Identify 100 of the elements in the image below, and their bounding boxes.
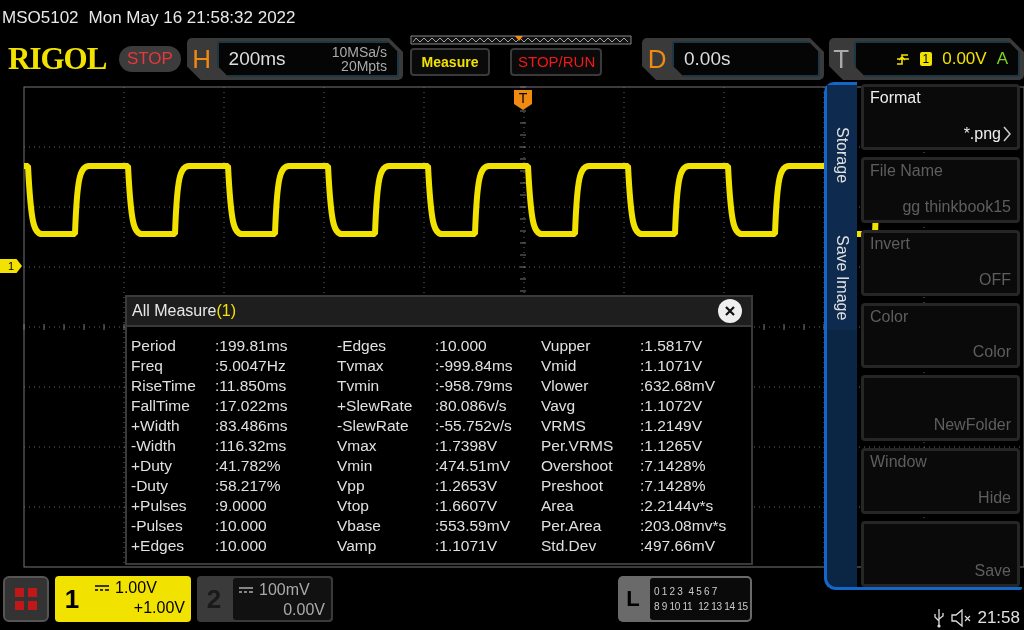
measure-name: Tvmax [337, 357, 385, 375]
channel-marker[interactable]: 1 [0, 259, 22, 273]
measure-button[interactable]: Measure [410, 47, 490, 76]
grid-icon [14, 587, 38, 611]
measure-value: :2.2144v*s [640, 497, 715, 515]
measure-value: :1.1071V [640, 357, 704, 375]
measure-value: :80.086v/s [435, 397, 508, 415]
menu-item-value: Hide [978, 489, 1011, 508]
delay-value: 0.00s [684, 48, 731, 70]
measure-name: Per.Area [541, 517, 603, 535]
measure-name: -Duty [131, 477, 170, 495]
menu-item-value: gg thinkbook15 [902, 197, 1011, 216]
run-state-badge: STOP [119, 46, 181, 72]
channel-offset: 0.00V [283, 600, 325, 620]
trigger-source: 1 [919, 52, 933, 66]
measure-name: Preshoot [541, 477, 605, 495]
measure-value: :1.1072V [640, 397, 704, 415]
delay-panel[interactable]: D 0.00s [642, 38, 824, 80]
measure-title: All Measure(1) [132, 302, 237, 320]
trigger-edge-icon [895, 52, 910, 66]
measure-value: :1.6607V [435, 497, 499, 515]
measure-name: +Edges [131, 537, 185, 555]
measure-value: :1.7398V [435, 437, 499, 455]
measure-name: +SlewRate [337, 397, 414, 415]
date-time: Mon May 16 21:58:32 2022 [88, 8, 296, 28]
measure-name: Vupper [541, 337, 592, 355]
measure-value: :1.1265V [640, 437, 704, 455]
measure-name: +Duty [131, 457, 173, 475]
measure-name: VRMS [541, 417, 587, 435]
mute-icon [951, 609, 972, 627]
measure-value: :17.022ms [215, 397, 289, 415]
measure-name: -Pulses [131, 517, 184, 535]
measure-value: :632.68mV [640, 377, 716, 395]
trigger-marker[interactable]: T [514, 90, 532, 110]
menu-item-label: Window [870, 453, 928, 472]
measure-value: :58.217% [215, 477, 282, 495]
channel-number: 1 [63, 582, 81, 616]
dc-coupling-icon [239, 587, 253, 593]
menu-item-value: NewFolder [933, 416, 1011, 435]
measure-name: +Pulses [131, 497, 188, 515]
menu-item-value: Save [974, 562, 1011, 580]
measure-name: Freq [131, 357, 164, 375]
measure-name: Vmid [541, 357, 578, 375]
horizontal-key: H [186, 43, 217, 75]
menu-item[interactable]: Format *.png [861, 84, 1020, 150]
measure-name: -SlewRate [337, 417, 410, 435]
measure-value: :474.51mV [435, 457, 511, 475]
logic-bits: 12 13 14 15 [698, 601, 748, 612]
trigger-level: 0.00V [942, 49, 987, 69]
dc-coupling-icon [95, 585, 109, 591]
trigger-mode: A [996, 49, 1008, 69]
measure-name: +Width [131, 417, 181, 435]
menu-tab[interactable]: Save Image [827, 225, 857, 331]
measure-name: Vlower [541, 377, 590, 395]
measure-value: :83.486ms [215, 417, 289, 435]
sample-rate: 10MSa/s [331, 45, 387, 59]
channel-panel[interactable]: 1 1.00V +1.00V [55, 576, 191, 622]
measure-value: :11.850ms [215, 377, 288, 395]
measure-value: :-55.752v/s [435, 417, 513, 435]
measure-name: Vbase [337, 517, 382, 535]
measure-value: :7.1428% [640, 477, 707, 495]
measure-value: :7.1428% [640, 457, 707, 475]
measure-value: :553.59mV [435, 517, 511, 535]
measure-value: :1.5817V [640, 337, 704, 355]
brand-logo: RIGOL [8, 41, 108, 77]
stop-run-button[interactable]: STOP/RUN [510, 47, 602, 76]
horizontal-panel[interactable]: H 200ms 10MSa/s 20Mpts [186, 38, 403, 80]
measure-value: :203.08mv*s [640, 517, 728, 535]
measure-value: :10.000 [215, 537, 268, 555]
chevron-icon [1003, 125, 1011, 142]
channel-scale: 100mV [259, 580, 310, 600]
channel-scale: 1.00V [115, 578, 157, 598]
usb-icon [933, 608, 946, 628]
measure-value: :1.1071V [435, 537, 499, 555]
measure-value: :497.66mV [640, 537, 716, 555]
measure-value: :116.32ms [215, 437, 288, 455]
measure-name: Vtop [337, 497, 370, 515]
close-button[interactable] [718, 299, 742, 323]
close-icon [724, 305, 736, 317]
measure-value: :9.0000 [215, 497, 268, 515]
logic-key: L [618, 576, 648, 622]
measure-name: Std.Dev [541, 537, 598, 555]
measure-value: :1.2149V [640, 417, 704, 435]
measure-name: Area [541, 497, 575, 515]
menu-item-value: Color [972, 343, 1011, 362]
measure-value: :199.81ms [215, 337, 289, 355]
menu-item-label: Format [870, 89, 922, 107]
clock-time: 21:58 [977, 608, 1020, 628]
menu-tab[interactable]: Storage [827, 85, 857, 225]
measure-value: :10.000 [215, 517, 268, 535]
trigger-panel[interactable]: T 1 0.00V A [829, 38, 1024, 80]
measure-name: FallTime [131, 397, 191, 415]
measure-name: -Width [131, 437, 177, 455]
model-name: MSO5102 [2, 8, 79, 28]
measure-value: :10.000 [435, 337, 488, 355]
menu-item-label: File Name [870, 161, 944, 180]
logic-panel[interactable]: L 0 1 2 3 4 5 6 7 8 9 10 11 12 13 14 15 [618, 576, 752, 622]
logic-bits: 8 9 10 11 [654, 601, 693, 612]
channel-offset: +1.00V [133, 598, 185, 618]
measure-name: Vavg [541, 397, 577, 415]
